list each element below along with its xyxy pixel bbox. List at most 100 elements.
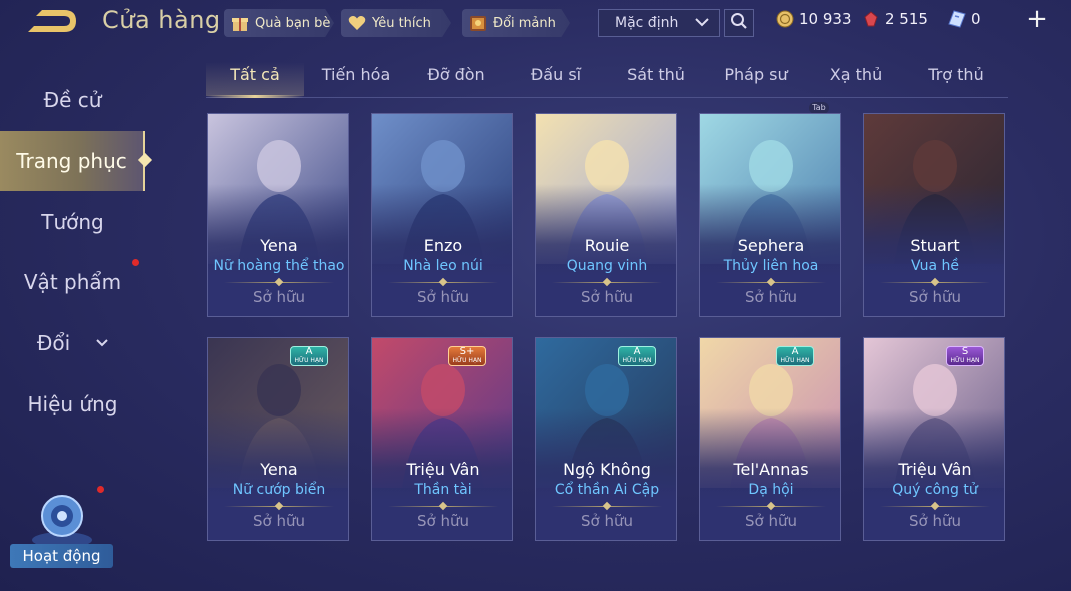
hero-name: Yena (260, 236, 298, 255)
skin-card[interactable]: A HỮU HẠN Ngộ Không Cổ thần Ai Cập Sở hữu (535, 337, 677, 541)
ownership-status: Sở hữu (417, 288, 469, 306)
skin-name: Cổ thần Ai Cập (554, 482, 660, 498)
badge-text: HỮU HẠN (780, 357, 810, 364)
ownership-status: Sở hữu (745, 288, 797, 306)
skin-card[interactable]: Enzo Nhà leo núi Sở hữu (371, 113, 513, 317)
skin-card[interactable]: S HỮU HẠN Triệu Vân Quý công tử Sở hữu (863, 337, 1005, 541)
hero-name: Triệu Vân (898, 460, 972, 479)
sidebar-item-exchange[interactable]: Đổi (0, 313, 145, 373)
ownership-status: Sở hữu (253, 512, 305, 530)
sidebar-item-label: Đề cử (43, 88, 102, 112)
event-label[interactable]: Hoạt động (10, 544, 113, 568)
sidebar-item-heroes[interactable]: Tướng (0, 192, 145, 252)
sidebar-item-label: Trang phục (16, 149, 127, 173)
badge-tier: A (791, 346, 799, 357)
gem-balance: 2 515 (862, 10, 928, 28)
hero-name: Tel'Annas (733, 460, 809, 479)
add-currency-button[interactable]: + (1026, 6, 1048, 32)
badge-tier: A (305, 346, 313, 357)
page-title: Cửa hàng (102, 6, 221, 34)
sidebar-item-label: Vật phẩm (23, 270, 122, 294)
notification-dot (132, 259, 139, 266)
ownership-status: Sở hữu (909, 512, 961, 530)
sidebar-item-label: Hiệu ứng (27, 392, 118, 416)
skin-name: Nhà leo núi (403, 258, 483, 274)
ownership-status: Sở hữu (581, 288, 633, 306)
skin-name: Nữ cướp biển (232, 482, 326, 498)
tab-all[interactable]: Tất cả (206, 65, 304, 84)
skin-name: Nữ hoàng thể thao (213, 258, 345, 274)
skin-card[interactable]: Stuart Vua hề Sở hữu (863, 113, 1005, 317)
hero-name: Yena (260, 460, 298, 479)
chevron-down-icon (96, 336, 108, 350)
search-button[interactable] (724, 9, 754, 37)
heart-icon (347, 13, 367, 33)
hero-name: Stuart (910, 236, 960, 255)
badge-text: HỮU HẠN (950, 357, 980, 364)
sidebar-item-items[interactable]: Vật phẩm (0, 252, 145, 312)
skin-name: Quang vinh (566, 258, 648, 274)
active-tab-underline (206, 95, 304, 98)
tab-marksman[interactable]: Xạ thủ (810, 65, 902, 84)
ownership-status: Sở hữu (581, 512, 633, 530)
tab-evolution[interactable]: Tiến hóa (310, 65, 402, 84)
tab-fighter[interactable]: Đấu sĩ (510, 65, 602, 84)
badge-tier: S (961, 346, 969, 357)
limited-badge: A HỮU HẠN (776, 346, 814, 366)
selected-indicator-icon (137, 152, 153, 168)
ownership-status: Sở hữu (909, 288, 961, 306)
skin-card[interactable]: Yena Nữ hoàng thể thao Sở hữu (207, 113, 349, 317)
exchange-fragments-button[interactable]: Đổi mảnh (462, 9, 570, 37)
gift-friend-label: Quà bạn bè (255, 15, 331, 31)
gold-amount: 10 933 (799, 10, 852, 28)
skin-card[interactable]: A HỮU HẠN Tel'Annas Dạ hội Sở hữu (699, 337, 841, 541)
hero-name: Enzo (423, 236, 463, 255)
favorite-button[interactable]: Yêu thích (341, 9, 451, 37)
gold-balance: 10 933 (776, 10, 852, 28)
gold-coin-icon (776, 10, 794, 28)
limited-badge: A HỮU HẠN (618, 346, 656, 366)
ruby-gem-icon (864, 11, 878, 27)
ownership-status: Sở hữu (417, 512, 469, 530)
limited-badge: S+ HỮU HẠN (448, 346, 486, 366)
hero-name: Ngộ Không (563, 460, 651, 479)
skin-card[interactable]: Sephera Thủy liên hoa Sở hữu (699, 113, 841, 317)
tab-support[interactable]: Trợ thủ (910, 65, 1002, 84)
skin-card[interactable]: A HỮU HẠN Yena Nữ cướp biển Sở hữu (207, 337, 349, 541)
limited-badge: A HỮU HẠN (290, 346, 328, 366)
tab-mage[interactable]: Pháp sư (710, 65, 802, 84)
tab-assassin[interactable]: Sát thủ (610, 65, 702, 84)
top-bar: Cửa hàng Quà bạn bè Yêu thích Đổi mảnh M… (0, 0, 1071, 44)
fragment-chest-icon (468, 13, 488, 33)
skin-name: Thủy liên hoa (723, 258, 819, 274)
voucher-balance: 0 (948, 10, 981, 28)
sidebar-item-recommended[interactable]: Đề cử (0, 70, 145, 130)
sidebar-item-effects[interactable]: Hiệu ứng (0, 374, 145, 434)
badge-tier: A (633, 346, 641, 357)
hero-name: Rouie (584, 236, 630, 255)
sidebar-item-skins[interactable]: Trang phục (0, 131, 153, 191)
limited-badge: S HỮU HẠN (946, 346, 984, 366)
skin-name: Thần tài (414, 482, 472, 498)
skin-name: Dạ hội (748, 482, 794, 498)
voucher-amount: 0 (971, 10, 981, 28)
gem-amount: 2 515 (885, 10, 928, 28)
badge-tier: S+ (459, 346, 475, 357)
skin-name: Vua hề (910, 258, 959, 274)
category-tabs: Tất cả Tiến hóa Đỡ đòn Đấu sĩ Sát thủ Ph… (206, 62, 1008, 98)
badge-text: HỮU HẠN (294, 357, 324, 364)
event-notification-dot (97, 486, 104, 493)
back-button[interactable] (24, 6, 80, 36)
favorite-label: Yêu thích (372, 15, 431, 31)
chevron-down-icon (695, 15, 709, 31)
sidebar-item-label: Đổi (36, 331, 71, 355)
sort-dropdown[interactable]: Mặc định (598, 9, 720, 37)
search-icon (730, 12, 748, 34)
skin-card[interactable]: Rouie Quang vinh Sở hữu (535, 113, 677, 317)
hero-name: Triệu Vân (406, 460, 480, 479)
badge-text: HỮU HẠN (622, 357, 652, 364)
gift-friend-button[interactable]: Quà bạn bè (224, 9, 334, 37)
ownership-status: Sở hữu (253, 288, 305, 306)
tab-tank[interactable]: Đỡ đòn (410, 65, 502, 84)
skin-card[interactable]: S+ HỮU HẠN Triệu Vân Thần tài Sở hữu (371, 337, 513, 541)
